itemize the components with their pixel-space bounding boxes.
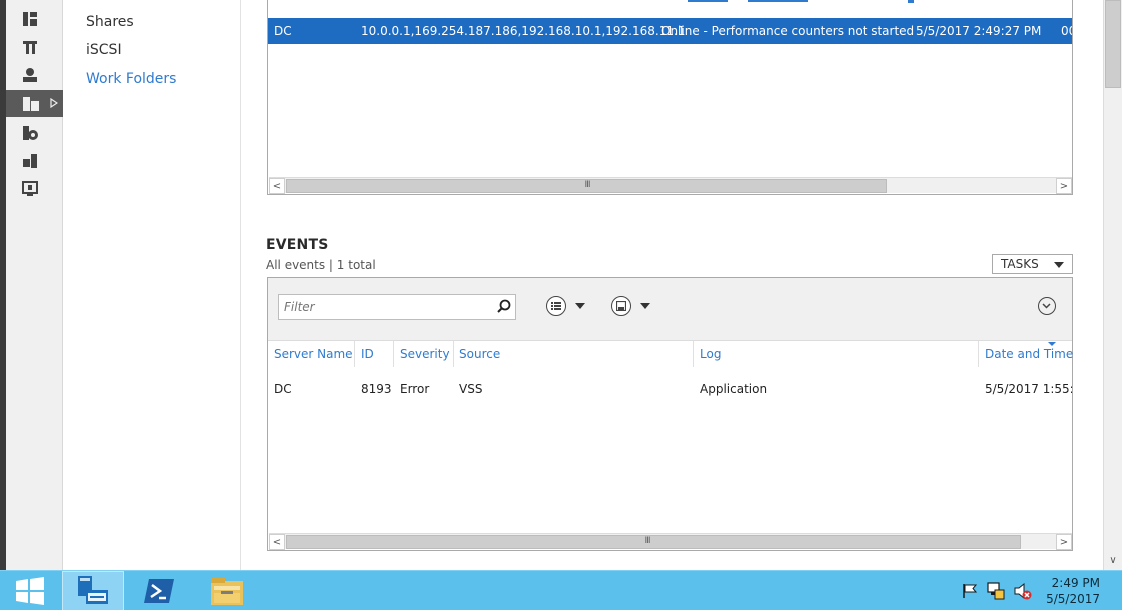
column-header-source[interactable]: Source: [459, 347, 500, 361]
servers-table: DC 10.0.0.1,169.254.187.186,192.168.10.1…: [267, 0, 1073, 195]
tasks-label: TASKS: [1001, 257, 1039, 271]
navigation-panel: Shares iSCSI Work Folders: [63, 0, 241, 570]
list-view-button[interactable]: [546, 296, 566, 316]
column-divider[interactable]: [354, 341, 355, 367]
column-header-log[interactable]: Log: [700, 347, 721, 361]
chevron-down-icon: [1054, 262, 1064, 268]
clock-time: 2:49 PM: [1051, 576, 1100, 590]
event-server-cell: DC: [274, 382, 292, 396]
events-table-header: Server Name ID Severity Source Log Date …: [268, 341, 1073, 367]
events-panel: Server Name ID Severity Source Log Date …: [267, 277, 1073, 551]
main-content: DC 10.0.0.1,169.254.187.186,192.168.10.1…: [241, 0, 1103, 570]
chevron-down-icon: [1042, 303, 1051, 309]
rail-item-print-services[interactable]: [6, 147, 63, 174]
nav-item-shares[interactable]: Shares: [86, 14, 134, 30]
search-icon[interactable]: [497, 299, 511, 313]
taskbar-file-explorer[interactable]: [197, 571, 257, 610]
scroll-left-arrow-icon[interactable]: <: [269, 178, 285, 194]
event-id-cell: 8193: [361, 382, 392, 396]
column-divider[interactable]: [693, 341, 694, 367]
server-row-selected[interactable]: DC 10.0.0.1,169.254.187.186,192.168.10.1…: [268, 18, 1072, 44]
rail-item-all-servers[interactable]: [6, 61, 63, 88]
taskbar-server-manager[interactable]: [62, 571, 124, 610]
filter-input[interactable]: [278, 294, 516, 320]
page-vertical-scrollbar[interactable]: ∨: [1103, 0, 1122, 570]
server-name-cell: DC: [274, 24, 292, 38]
network-icon[interactable]: [987, 582, 1005, 600]
event-severity-cell: Error: [400, 382, 430, 396]
rail-expand-arrow-icon: [50, 98, 58, 108]
taskbar-powershell[interactable]: [129, 571, 189, 610]
page-scroll-thumb[interactable]: [1105, 0, 1121, 88]
clock-date: 5/5/2017: [1046, 592, 1100, 606]
events-subtitle: All events | 1 total: [266, 258, 376, 272]
speaker-muted-icon[interactable]: [1014, 582, 1032, 600]
column-header-date-time[interactable]: Date and Time: [985, 347, 1073, 361]
column-divider[interactable]: [453, 341, 454, 367]
filter-bar: [268, 278, 1072, 341]
column-header-severity[interactable]: Severity: [400, 347, 450, 361]
server-status-cell: Online - Performance counters not starte…: [661, 24, 915, 38]
server-ip-cell: 10.0.0.1,169.254.187.186,192.168.10.1,19…: [361, 24, 686, 38]
event-log-cell: Application: [700, 382, 768, 396]
cut-off-text-row: [688, 0, 914, 3]
events-horizontal-scrollbar[interactable]: < III >: [269, 533, 1072, 550]
scroll-down-arrow-icon[interactable]: ∨: [1105, 554, 1121, 568]
rail-item-remote-desktop[interactable]: [6, 175, 63, 202]
column-header-server-name[interactable]: Server Name: [274, 347, 353, 361]
sort-descending-icon: [1048, 342, 1056, 346]
save-query-dropdown-icon[interactable]: [640, 303, 650, 309]
file-storage-icon: [23, 96, 39, 111]
server-manager-icon: [78, 576, 108, 604]
tasks-button[interactable]: TASKS: [992, 254, 1073, 274]
save-icon: [616, 301, 626, 311]
nav-item-iscsi[interactable]: iSCSI: [86, 42, 122, 58]
start-button[interactable]: [0, 571, 60, 610]
all-servers-icon: [23, 67, 37, 82]
scroll-left-arrow-icon[interactable]: <: [269, 534, 285, 550]
events-scroll-thumb[interactable]: [286, 535, 1021, 549]
event-source-cell: VSS: [459, 382, 483, 396]
event-datetime-cell: 5/5/2017 1:55:0: [985, 382, 1072, 396]
system-tray: [962, 582, 1032, 600]
nav-item-work-folders[interactable]: Work Folders: [86, 71, 176, 87]
servers-horizontal-scrollbar[interactable]: < III >: [269, 177, 1072, 194]
cut-off-nav-item: [151, 0, 241, 2]
list-icon: [551, 302, 561, 310]
print-services-icon: [23, 153, 37, 168]
save-query-button[interactable]: [611, 296, 631, 316]
file-explorer-icon: [211, 578, 243, 605]
server-extra-cell: 00: [1061, 24, 1072, 38]
rail-item-local-server[interactable]: [6, 33, 63, 60]
windows-start-icon: [16, 577, 44, 605]
server-last-update-cell: 5/5/2017 2:49:27 PM: [916, 24, 1042, 38]
column-header-id[interactable]: ID: [361, 347, 374, 361]
column-divider[interactable]: [978, 341, 979, 367]
rail-item-iis[interactable]: [6, 119, 63, 146]
dashboard-icon: [23, 11, 37, 26]
list-view-dropdown-icon[interactable]: [575, 303, 585, 309]
action-center-flag-icon[interactable]: [962, 583, 978, 599]
left-icon-rail: [6, 0, 63, 570]
taskbar-clock[interactable]: 2:49 PM 5/5/2017: [1046, 575, 1100, 607]
taskbar: 2:49 PM 5/5/2017: [0, 570, 1122, 610]
scroll-grip-icon: III: [584, 180, 591, 190]
iis-icon: [23, 125, 38, 140]
column-divider[interactable]: [393, 341, 394, 367]
remote-desktop-icon: [22, 180, 38, 196]
rail-item-file-storage[interactable]: [6, 90, 63, 117]
events-title: EVENTS: [266, 237, 329, 253]
scroll-grip-icon: III: [644, 536, 651, 546]
expand-collapse-button[interactable]: [1038, 297, 1056, 315]
local-server-icon: [23, 40, 37, 54]
rail-item-dashboard[interactable]: [6, 5, 63, 32]
scroll-right-arrow-icon[interactable]: >: [1056, 178, 1072, 194]
powershell-icon: [144, 579, 174, 603]
scroll-right-arrow-icon[interactable]: >: [1056, 534, 1072, 550]
